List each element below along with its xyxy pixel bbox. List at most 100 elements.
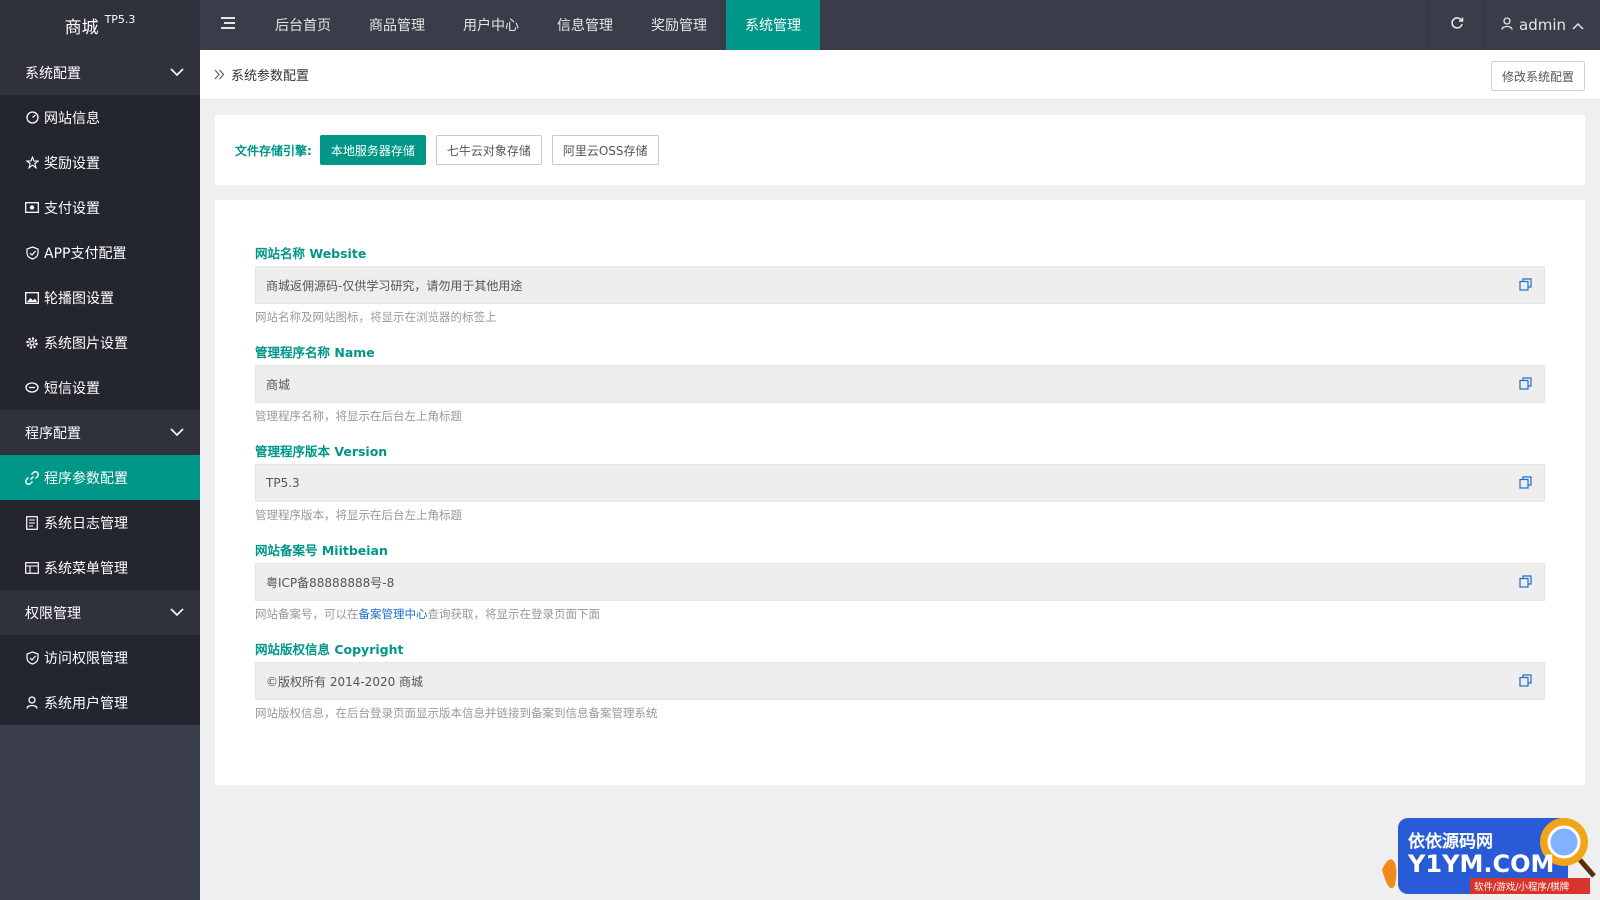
copy-icon[interactable] (1519, 377, 1532, 390)
nav-system[interactable]: 系统管理 (726, 0, 820, 50)
sidebar-group-label: 系统配置 (25, 65, 81, 82)
app-name: 商城 (64, 17, 99, 38)
sidebar-item-label: 支付设置 (44, 200, 100, 217)
field-help: 管理程序版本，将显示在后台左上角标题 (255, 508, 462, 522)
sidebar-item-label: 奖励设置 (44, 155, 100, 172)
sidebar-item-label: 程序参数配置 (44, 470, 128, 487)
svg-text:软件/游戏/小程序/棋牌: 软件/游戏/小程序/棋牌 (1474, 881, 1570, 893)
copyright-input[interactable]: ©版权所有 2014-2020 商城 (255, 662, 1545, 700)
storage-local-button[interactable]: 本地服务器存储 (319, 135, 426, 165)
sidebar: 系统配置 网站信息 奖励设置 支付设置 APP支付配置 轮播图设置 系统图片设置… (0, 50, 200, 900)
sidebar-group-label: 权限管理 (25, 605, 81, 622)
sidebar-group-permissions[interactable]: 权限管理 (0, 590, 200, 635)
breadcrumb: 系统参数配置 修改系统配置 (200, 50, 1600, 100)
sidebar-item-site-info[interactable]: 网站信息 (0, 95, 200, 140)
top-header: 商城 TP5.3 后台首页 商品管理 用户中心 信息管理 奖励管理 系统管理 a… (0, 0, 1600, 50)
sidebar-item-system-menus[interactable]: 系统菜单管理 (0, 545, 200, 590)
sidebar-item-sms-settings[interactable]: 短信设置 (0, 365, 200, 410)
sidebar-item-label: 访问权限管理 (44, 650, 128, 667)
menu-icon (221, 17, 235, 33)
double-chevron-right-icon (214, 69, 225, 80)
log-icon (25, 515, 39, 530)
field-help: 管理程序名称，将显示在后台左上角标题 (255, 409, 462, 423)
sidebar-item-label: 轮播图设置 (44, 290, 114, 307)
field-value: ©版权所有 2014-2020 商城 (266, 674, 424, 689)
field-label: 网站备案号 Miitbeian (255, 543, 388, 558)
sidebar-item-label: 短信设置 (44, 380, 100, 397)
sidebar-item-program-params[interactable]: 程序参数配置 (0, 455, 200, 500)
shield-check-icon (25, 650, 39, 665)
storage-qiniu-button[interactable]: 七牛云对象存储 (435, 135, 542, 165)
field-miitbeian: 网站备案号 Miitbeian 粤ICP备88888888号-8 网站备案号，可… (255, 543, 1545, 621)
system-config-form: 网站名称 Website 商城返佣源码-仅供学习研究，请勿用于其他用途 网站名称… (215, 200, 1585, 785)
nav-goods[interactable]: 商品管理 (350, 0, 444, 50)
message-icon (25, 381, 39, 395)
help-text-post: 查询获取，将显示在登录页面下面 (427, 607, 601, 621)
sidebar-group-system-config[interactable]: 系统配置 (0, 50, 200, 95)
user-name: admin (1519, 16, 1566, 34)
storage-aliyun-oss-button[interactable]: 阿里云OSS存储 (551, 135, 659, 165)
user-menu[interactable]: admin (1484, 0, 1600, 50)
chevron-up-icon (1572, 16, 1584, 34)
gear-icon (25, 336, 39, 350)
sidebar-item-reward-settings[interactable]: 奖励设置 (0, 140, 200, 185)
storage-engine-label: 文件存储引擎: (235, 143, 312, 158)
chevron-down-icon (170, 425, 184, 441)
program-name-input[interactable]: 商城 (255, 365, 1545, 403)
field-program-version: 管理程序版本 Version TP5.3 管理程序版本，将显示在后台左上角标题 (255, 444, 1545, 522)
sidebar-item-access-permissions[interactable]: 访问权限管理 (0, 635, 200, 680)
user-icon (25, 696, 39, 710)
help-text-pre: 网站备案号，可以在 (255, 607, 359, 621)
dashboard-icon (25, 111, 39, 125)
field-website-name: 网站名称 Website 商城返佣源码-仅供学习研究，请勿用于其他用途 网站名称… (255, 246, 1545, 324)
field-value: 商城 (266, 377, 291, 392)
svg-text:Y1YM.COM: Y1YM.COM (1407, 850, 1554, 878)
star-icon (25, 156, 39, 170)
edit-system-config-button[interactable]: 修改系统配置 (1490, 61, 1585, 91)
nav-info[interactable]: 信息管理 (538, 0, 632, 50)
sidebar-item-system-users[interactable]: 系统用户管理 (0, 680, 200, 725)
field-copyright: 网站版权信息 Copyright ©版权所有 2014-2020 商城 网站版权… (255, 642, 1545, 720)
user-icon (1501, 16, 1513, 34)
website-name-input[interactable]: 商城返佣源码-仅供学习研究，请勿用于其他用途 (255, 266, 1545, 304)
sidebar-item-label: 网站信息 (44, 110, 100, 127)
nav-rewards[interactable]: 奖励管理 (632, 0, 726, 50)
sidebar-item-app-payment[interactable]: APP支付配置 (0, 230, 200, 275)
sidebar-item-payment-settings[interactable]: 支付设置 (0, 185, 200, 230)
field-program-name: 管理程序名称 Name 商城 管理程序名称，将显示在后台左上角标题 (255, 345, 1545, 423)
copy-icon[interactable] (1519, 674, 1532, 687)
copy-icon[interactable] (1519, 575, 1532, 588)
sidebar-item-label: 系统菜单管理 (44, 560, 128, 577)
image-icon (25, 291, 39, 305)
chevron-down-icon (170, 65, 184, 81)
field-value: TP5.3 (266, 476, 300, 490)
table-icon (25, 561, 39, 575)
sidebar-item-system-images[interactable]: 系统图片设置 (0, 320, 200, 365)
svg-text:依依源码网: 依依源码网 (1408, 831, 1493, 852)
storage-engine-card: 文件存储引擎: 本地服务器存储 七牛云对象存储 阿里云OSS存储 (215, 115, 1585, 185)
field-help: 网站备案号，可以在备案管理中心查询获取，将显示在登录页面下面 (255, 607, 1545, 621)
sidebar-group-program-config[interactable]: 程序配置 (0, 410, 200, 455)
sidebar-item-carousel[interactable]: 轮播图设置 (0, 275, 200, 320)
shield-check-icon (25, 245, 39, 260)
nav-home[interactable]: 后台首页 (256, 0, 350, 50)
beian-center-link[interactable]: 备案管理中心 (359, 607, 428, 621)
page-title: 系统参数配置 (231, 69, 310, 84)
refresh-button[interactable] (1428, 0, 1484, 50)
sidebar-item-system-logs[interactable]: 系统日志管理 (0, 500, 200, 545)
watermark-logo: 依依源码网 Y1YM.COM 软件/游戏/小程序/棋牌 (1380, 810, 1600, 900)
copy-icon[interactable] (1519, 278, 1532, 291)
app-logo: 商城 TP5.3 (0, 0, 200, 50)
field-label: 网站版权信息 Copyright (255, 642, 404, 657)
money-icon (25, 201, 39, 215)
miitbeian-input[interactable]: 粤ICP备88888888号-8 (255, 563, 1545, 601)
program-version-input[interactable]: TP5.3 (255, 464, 1545, 502)
top-nav: 后台首页 商品管理 用户中心 信息管理 奖励管理 系统管理 (256, 0, 820, 50)
field-help: 网站名称及网站图标，将显示在浏览器的标签上 (255, 310, 497, 324)
sidebar-toggle-button[interactable] (200, 0, 256, 50)
nav-users[interactable]: 用户中心 (444, 0, 538, 50)
top-right-tools: admin (1428, 0, 1600, 50)
copy-icon[interactable] (1519, 476, 1532, 489)
field-help: 网站版权信息，在后台登录页面显示版本信息并链接到备案到信息备案管理系统 (255, 706, 658, 720)
link-icon (25, 470, 39, 485)
